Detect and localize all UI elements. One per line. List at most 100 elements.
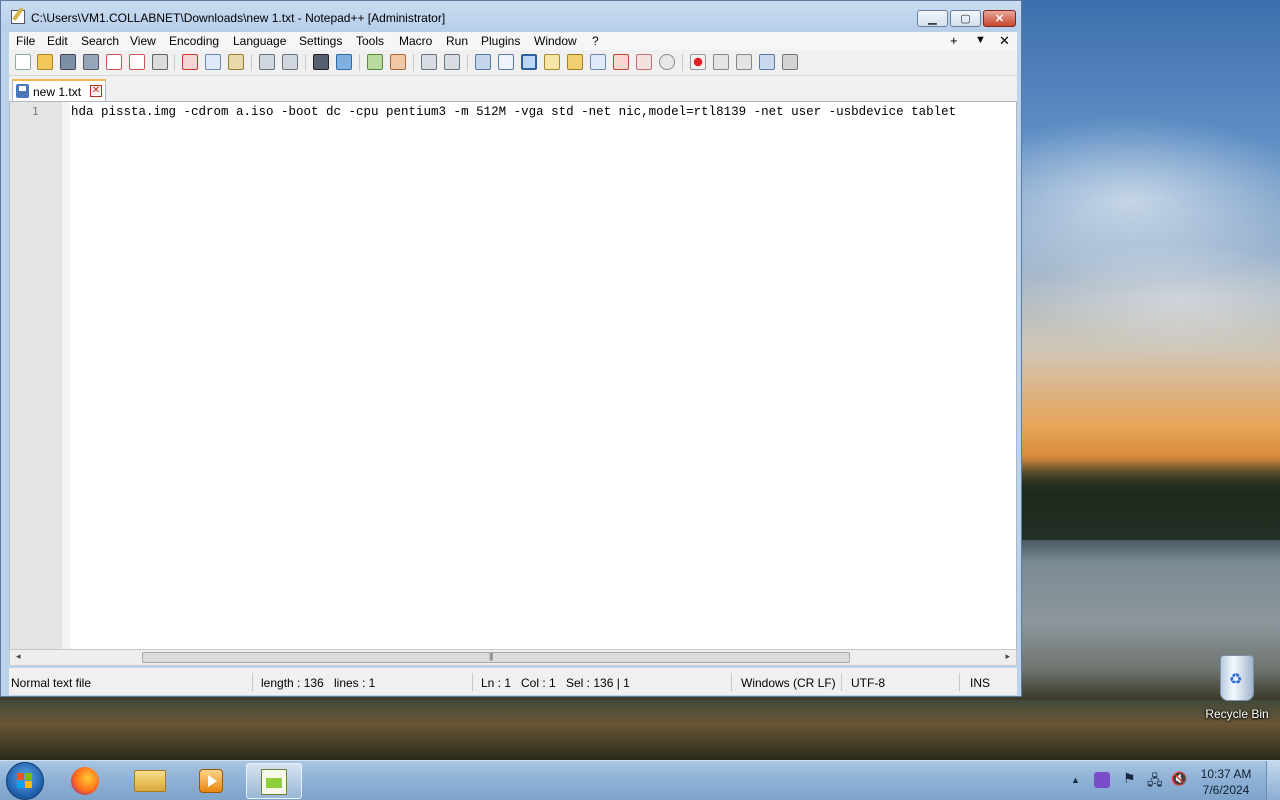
file-explorer-icon bbox=[134, 770, 166, 792]
status-length: length : 136 bbox=[261, 676, 324, 690]
clock-time: 10:37 AM bbox=[1200, 767, 1252, 781]
scroll-left-icon[interactable]: ◂ bbox=[16, 651, 21, 662]
clock-date: 7/6/2024 bbox=[1202, 783, 1250, 797]
menu-search[interactable]: Search bbox=[81, 34, 119, 48]
eye-icon[interactable] bbox=[659, 54, 675, 70]
action-center-flag-icon[interactable]: ⚑ bbox=[1123, 770, 1136, 787]
text-editor[interactable]: 1 hda pissta.img -cdrom a.iso -boot dc -… bbox=[9, 101, 1017, 650]
menu-edit[interactable]: Edit bbox=[47, 34, 68, 48]
title-bar[interactable]: C:\Users\VM1.COLLABNET\Downloads\new 1.t… bbox=[1, 1, 1021, 33]
menu-run[interactable]: Run bbox=[446, 34, 468, 48]
menu-window[interactable]: Window bbox=[534, 34, 577, 48]
copy-icon[interactable] bbox=[205, 54, 221, 70]
menu-macro[interactable]: Macro bbox=[399, 34, 432, 48]
menu-bar: File Edit Search View Encoding Language … bbox=[9, 32, 1017, 50]
menu-file[interactable]: File bbox=[16, 34, 35, 48]
toolbar-separator bbox=[174, 54, 175, 71]
tab-bar: new 1.txt ✕ bbox=[9, 76, 1017, 101]
line-number-gutter: 1 bbox=[10, 102, 70, 649]
redo-icon[interactable] bbox=[282, 54, 298, 70]
function-list-icon[interactable] bbox=[590, 54, 606, 70]
show-hidden-icons-chevron-icon[interactable]: ▲ bbox=[1071, 775, 1080, 785]
new-tab-plus-icon[interactable]: + bbox=[950, 33, 958, 48]
taskbar-file-explorer[interactable] bbox=[122, 763, 178, 799]
open-file-icon[interactable] bbox=[37, 54, 53, 70]
paste-icon[interactable] bbox=[228, 54, 244, 70]
horizontal-scrollbar[interactable]: ◂ ||| ▸ bbox=[9, 649, 1017, 666]
save-macro-icon[interactable] bbox=[782, 54, 798, 70]
editor-line-text: hda pissta.img -cdrom a.iso -boot dc -cp… bbox=[71, 105, 957, 119]
cut-icon[interactable] bbox=[182, 54, 198, 70]
tab-label: new 1.txt bbox=[33, 85, 82, 99]
close-window-button[interactable]: ✕ bbox=[983, 10, 1016, 27]
status-divider bbox=[731, 673, 732, 691]
system-clock[interactable]: 10:37 AM 7/6/2024 bbox=[1196, 766, 1256, 798]
fold-margin[interactable] bbox=[62, 102, 70, 649]
start-button[interactable] bbox=[6, 762, 44, 800]
show-all-characters-icon[interactable] bbox=[498, 54, 514, 70]
indent-guide-icon[interactable] bbox=[521, 54, 537, 70]
tab-new-1[interactable]: new 1.txt ✕ bbox=[12, 79, 106, 101]
replace-icon[interactable] bbox=[336, 54, 352, 70]
scroll-right-icon[interactable]: ▸ bbox=[1005, 651, 1010, 662]
undo-icon[interactable] bbox=[259, 54, 275, 70]
status-insert-mode[interactable]: INS bbox=[970, 676, 990, 690]
recycle-bin-icon[interactable] bbox=[1220, 655, 1254, 701]
windows-logo-icon bbox=[17, 773, 33, 789]
recycle-bin-label: Recycle Bin bbox=[1205, 707, 1269, 721]
network-icon[interactable]: 🖧 bbox=[1147, 770, 1163, 794]
record-macro-icon[interactable] bbox=[690, 54, 706, 70]
volume-muted-icon[interactable]: 🔇 bbox=[1171, 771, 1187, 787]
status-encoding[interactable]: UTF-8 bbox=[851, 676, 885, 690]
print-icon[interactable] bbox=[152, 54, 168, 70]
status-column: Col : 1 bbox=[521, 676, 556, 690]
show-desktop-button[interactable] bbox=[1266, 761, 1280, 800]
new-file-icon[interactable] bbox=[15, 54, 31, 70]
notepad-plus-plus-icon bbox=[261, 769, 287, 795]
sync-horizontal-icon[interactable] bbox=[444, 54, 460, 70]
status-selection: Sel : 136 | 1 bbox=[566, 676, 630, 690]
zoom-in-icon[interactable] bbox=[367, 54, 383, 70]
notepad-app-icon[interactable] bbox=[11, 10, 25, 24]
scrollbar-thumb[interactable]: ||| bbox=[142, 652, 850, 663]
taskbar-media-player[interactable] bbox=[183, 763, 239, 799]
status-divider bbox=[472, 673, 473, 691]
folder-as-workspace-icon[interactable] bbox=[613, 54, 629, 70]
close-icon[interactable] bbox=[106, 54, 122, 70]
menu-encoding[interactable]: Encoding bbox=[169, 34, 219, 48]
tray-app-icon[interactable] bbox=[1094, 772, 1110, 788]
find-icon[interactable] bbox=[313, 54, 329, 70]
minimize-button[interactable]: ▁ bbox=[917, 10, 948, 27]
taskbar-notepad-plus-plus[interactable] bbox=[246, 763, 302, 799]
editor-line[interactable]: hda pissta.img -cdrom a.iso -boot dc -cp… bbox=[71, 105, 1013, 119]
toolbar bbox=[9, 50, 1017, 76]
notepad-plus-plus-window: C:\Users\VM1.COLLABNET\Downloads\new 1.t… bbox=[0, 0, 1022, 697]
menu-language[interactable]: Language bbox=[233, 34, 286, 48]
zoom-out-icon[interactable] bbox=[390, 54, 406, 70]
tab-close-icon[interactable]: ✕ bbox=[90, 85, 102, 97]
user-language-icon[interactable] bbox=[544, 54, 560, 70]
document-map-icon[interactable] bbox=[567, 54, 583, 70]
menu-plugins[interactable]: Plugins bbox=[481, 34, 520, 48]
tab-list-chevron-icon[interactable]: ▼ bbox=[975, 34, 986, 46]
monitoring-icon[interactable] bbox=[636, 54, 652, 70]
taskbar-firefox[interactable] bbox=[58, 763, 114, 799]
recycle-bin[interactable]: Recycle Bin bbox=[1205, 655, 1269, 721]
save-icon[interactable] bbox=[60, 54, 76, 70]
playback-macro-icon[interactable] bbox=[736, 54, 752, 70]
menu-view[interactable]: View bbox=[130, 34, 156, 48]
save-all-icon[interactable] bbox=[83, 54, 99, 70]
maximize-button[interactable]: ▢ bbox=[950, 10, 981, 27]
status-line-ending[interactable]: Windows (CR LF) bbox=[741, 676, 836, 690]
close-document-icon[interactable]: ✕ bbox=[999, 33, 1010, 49]
menu-tools[interactable]: Tools bbox=[356, 34, 384, 48]
menu-settings[interactable]: Settings bbox=[299, 34, 342, 48]
menu-help[interactable]: ? bbox=[592, 34, 599, 48]
firefox-icon bbox=[71, 767, 99, 795]
stop-recording-icon[interactable] bbox=[713, 54, 729, 70]
toolbar-separator bbox=[682, 54, 683, 71]
word-wrap-icon[interactable] bbox=[475, 54, 491, 70]
run-macro-multiple-icon[interactable] bbox=[759, 54, 775, 70]
sync-vertical-icon[interactable] bbox=[421, 54, 437, 70]
close-all-icon[interactable] bbox=[129, 54, 145, 70]
